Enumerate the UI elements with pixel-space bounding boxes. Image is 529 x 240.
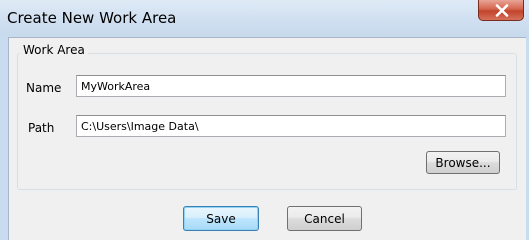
path-label: Path: [28, 121, 55, 135]
browse-button[interactable]: Browse...: [426, 151, 500, 174]
name-input[interactable]: [76, 75, 506, 97]
save-button[interactable]: Save: [183, 206, 259, 231]
dialog-content: Work Area Name Path Browse... Save Cance…: [8, 37, 526, 240]
title-bar[interactable]: Create New Work Area: [0, 0, 529, 36]
close-button[interactable]: [478, 0, 524, 21]
name-label: Name: [26, 81, 62, 95]
window-title: Create New Work Area: [7, 9, 177, 27]
create-work-area-dialog: Create New Work Area Work Area Name Path…: [0, 0, 529, 240]
cancel-button[interactable]: Cancel: [287, 206, 362, 231]
close-icon: [495, 4, 509, 17]
path-input[interactable]: [76, 115, 506, 137]
group-legend: Work Area: [20, 43, 88, 57]
